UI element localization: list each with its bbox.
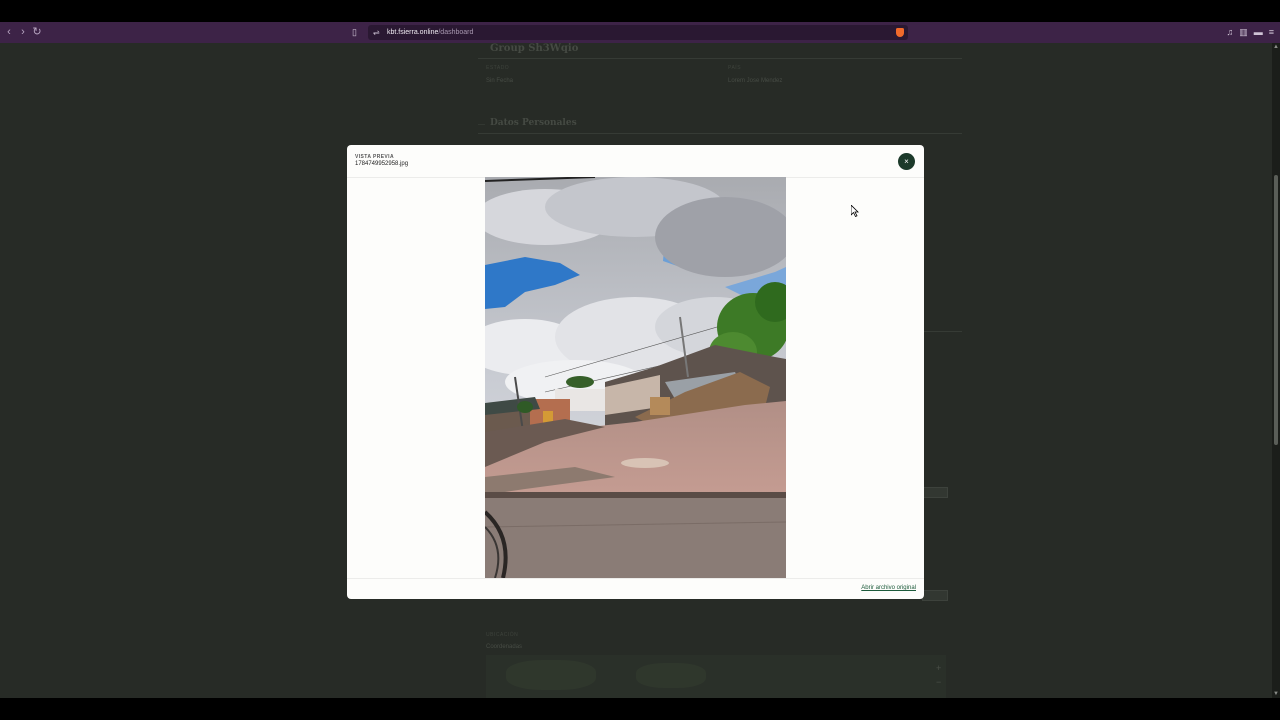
forward-arrow-icon[interactable]: › bbox=[16, 25, 30, 39]
site-info-icon[interactable]: ⇌ bbox=[373, 28, 385, 37]
background-button[interactable] bbox=[922, 590, 948, 601]
modal-eyebrow: VISTA PREVIA bbox=[355, 154, 394, 160]
reload-icon[interactable]: ↻ bbox=[30, 25, 44, 39]
brave-shield-icon[interactable] bbox=[896, 28, 904, 37]
section-collapse-icon[interactable]: — bbox=[478, 121, 485, 128]
address-bar[interactable]: ⇌ kbt.fsierra.online /dashboard bbox=[368, 25, 908, 40]
zoom-in-icon[interactable]: + bbox=[936, 663, 941, 673]
open-original-link[interactable]: Abrir archivo original bbox=[861, 585, 916, 591]
field-label: ESTADO bbox=[486, 65, 510, 71]
map[interactable] bbox=[486, 655, 946, 698]
map-land bbox=[636, 663, 706, 688]
mouse-cursor-icon bbox=[851, 205, 859, 217]
file-preview-modal: VISTA PREVIA 1784749952958.jpg × Abrir a… bbox=[347, 145, 924, 599]
field-value: Sin Fecha bbox=[486, 78, 514, 84]
wallet-icon[interactable]: ▬ bbox=[1254, 25, 1263, 39]
browser-toolbar: ‹ › ↻ ▯ ⇌ kbt.fsierra.online /dashboard … bbox=[0, 22, 1280, 43]
close-button[interactable]: × bbox=[898, 153, 915, 170]
scrollbar-thumb[interactable] bbox=[1274, 175, 1278, 445]
modal-filename: 1784749952958.jpg bbox=[355, 161, 409, 167]
scroll-down-icon[interactable]: ▼ bbox=[1273, 691, 1279, 697]
sidebar-icon[interactable]: ▥ bbox=[1239, 25, 1248, 39]
field-label: PAÍS bbox=[728, 65, 742, 71]
divider bbox=[478, 133, 962, 134]
modal-body bbox=[347, 177, 924, 578]
modal-footer: Abrir archivo original bbox=[347, 578, 924, 599]
map-label: UBICACIÓN bbox=[486, 632, 519, 638]
bookmark-icon[interactable]: ▯ bbox=[352, 25, 360, 39]
preview-photo bbox=[485, 177, 786, 578]
back-arrow-icon[interactable]: ‹ bbox=[2, 25, 16, 39]
media-icon[interactable]: ♫ bbox=[1226, 25, 1233, 39]
map-sublabel: Coordenadas bbox=[486, 644, 523, 650]
url-domain: kbt.fsierra.online bbox=[387, 29, 439, 36]
divider bbox=[478, 58, 962, 59]
url-path: /dashboard bbox=[438, 29, 474, 36]
scroll-up-icon[interactable]: ▲ bbox=[1273, 44, 1279, 50]
map-land bbox=[506, 660, 596, 690]
window-top-bar bbox=[0, 0, 1280, 22]
field-value: Lorem Jose Mendez bbox=[728, 78, 783, 84]
menu-icon[interactable]: ≡ bbox=[1269, 25, 1274, 39]
window-bottom-bar bbox=[0, 698, 1280, 720]
toolbar-right-icons: ♫ ▥ ▬ ≡ bbox=[1226, 25, 1274, 39]
zoom-out-icon[interactable]: − bbox=[936, 677, 941, 687]
street-photo bbox=[485, 177, 786, 578]
modal-header: VISTA PREVIA 1784749952958.jpg × bbox=[347, 145, 924, 178]
section-title: Datos Personales bbox=[490, 118, 577, 128]
group-title: Group Sh3Wqio bbox=[490, 43, 579, 54]
background-button[interactable] bbox=[922, 487, 948, 498]
